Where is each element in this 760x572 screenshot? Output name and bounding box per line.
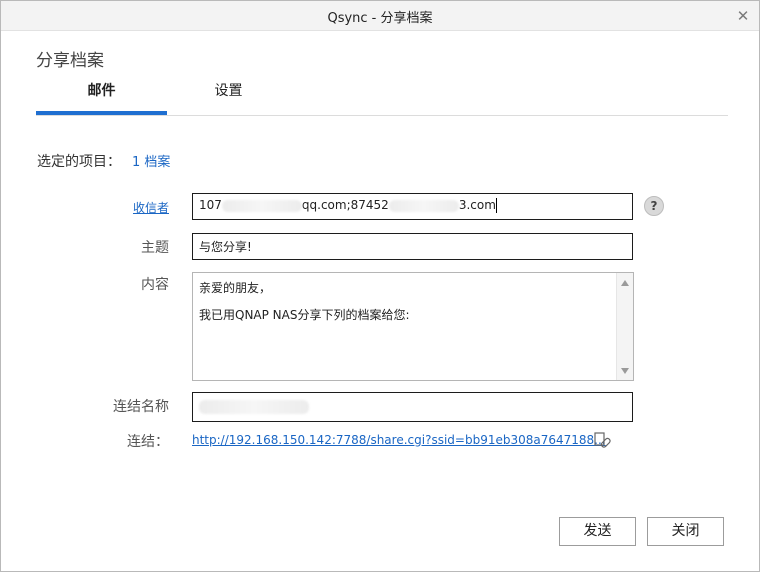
share-link[interactable]: http://192.168.150.142:7788/share.cgi?ss… [192,433,606,447]
textarea-scrollbar[interactable] [616,273,633,380]
tab-bar: 邮件 设置 [36,79,728,116]
tab-mail[interactable]: 邮件 [36,79,167,115]
recipient-text-2: qq.com;87452 [301,198,389,212]
content-greeting: 亲爱的朋友， [199,281,272,295]
close-button[interactable]: 关闭 [647,517,724,546]
selected-items-count[interactable]: 1 档案 [132,151,170,170]
subject-input[interactable]: 与您分享! [192,233,633,260]
subject-label: 主题 [141,240,169,256]
close-icon[interactable]: ✕ [735,8,751,24]
redacted-block [388,199,459,212]
content-label: 内容 [141,277,169,293]
copy-link-icon[interactable] [593,430,613,450]
link-name-input[interactable] [192,392,633,422]
content-textarea[interactable]: 亲爱的朋友， 我已用QNAP NAS分享下列的档案给您: [192,272,634,381]
recipient-link[interactable]: 收信者 [89,199,169,216]
scroll-up-icon[interactable] [621,280,629,286]
tab-settings[interactable]: 设置 [163,79,294,112]
selected-items-label: 选定的项目： [37,154,121,170]
share-file-dialog: Qsync - 分享档案 ✕ 分享档案 邮件 设置 选定的项目： 1 档案 收信… [0,0,760,572]
redacted-block [199,400,309,414]
help-icon[interactable]: ? [644,196,664,216]
scroll-down-icon[interactable] [621,368,629,374]
text-caret [495,198,497,213]
link-label: 连结： [127,434,169,450]
recipient-text-1: 107 [199,198,222,212]
title-bar: Qsync - 分享档案 ✕ [1,1,759,31]
content-message: 我已用QNAP NAS分享下列的档案给您: [199,308,410,322]
link-name-label: 连结名称 [113,399,169,415]
dialog-heading: 分享档案 [36,51,104,71]
redacted-block [221,199,302,212]
window-title: Qsync - 分享档案 [327,11,433,26]
recipient-input[interactable]: 107 qq.com;87452 3.com [192,193,633,220]
recipient-text-3: 3.com [458,198,496,212]
send-button[interactable]: 发送 [559,517,636,546]
